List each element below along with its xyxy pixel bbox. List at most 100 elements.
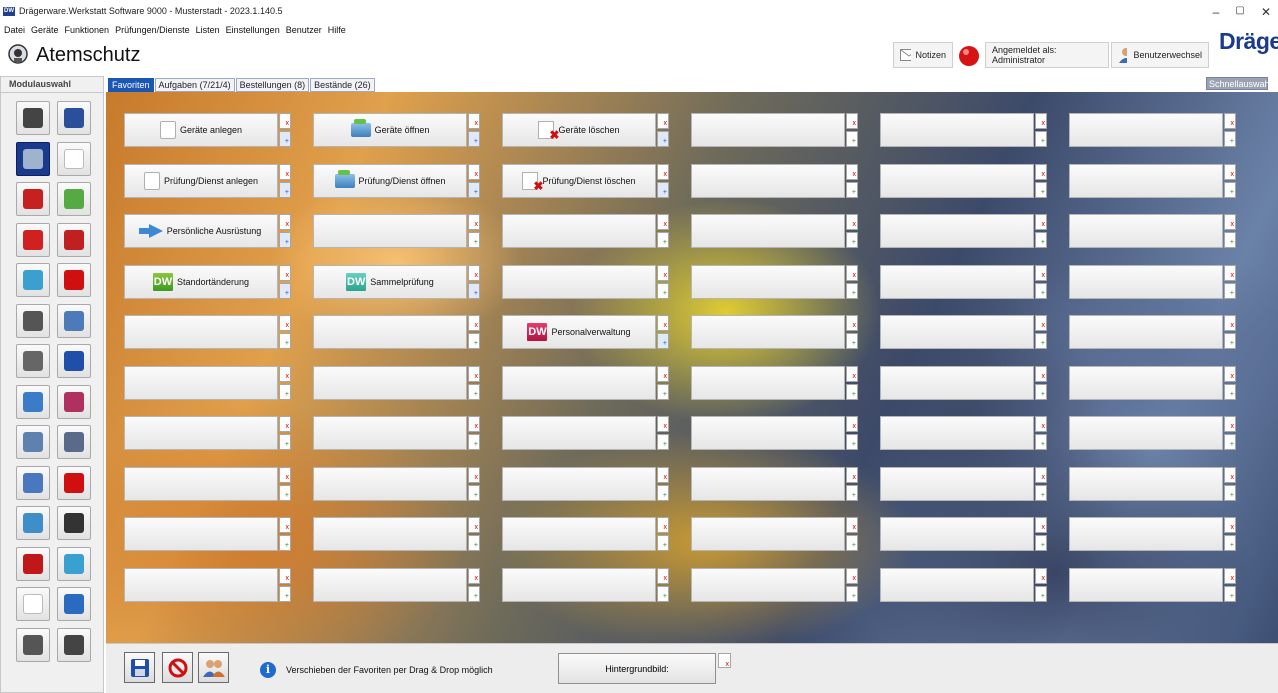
favorite-add-button[interactable]: + [846, 585, 858, 602]
module-button-house[interactable] [16, 263, 50, 297]
favorite-open-button[interactable]: + [657, 181, 669, 198]
favorite-empty-button[interactable] [880, 315, 1034, 349]
favorite-empty-button[interactable] [880, 214, 1034, 248]
favorite-remove-button[interactable]: x [657, 416, 669, 432]
favorite-add-button[interactable]: + [657, 282, 669, 299]
favorite-empty-button[interactable] [1069, 113, 1223, 147]
favorite-add-button[interactable]: + [1035, 585, 1047, 602]
favorite-button[interactable]: ✖ Prüfung/Dienst löschen [502, 163, 656, 198]
favorite-remove-button[interactable]: x [279, 163, 291, 180]
favorite-empty-button[interactable] [124, 315, 278, 349]
favorite-empty-button[interactable] [691, 416, 845, 450]
favorite-button[interactable]: Prüfung/Dienst anlegen [124, 163, 278, 198]
favorite-button[interactable]: Geräte anlegen [124, 113, 278, 147]
quick-select-input[interactable]: Schnellauswahl [1206, 77, 1272, 90]
favorite-remove-button[interactable]: x [846, 365, 858, 382]
menu-geraete[interactable]: Geräte [31, 25, 59, 35]
favorite-remove-button[interactable]: x [1035, 567, 1047, 584]
favorite-add-button[interactable]: + [846, 383, 858, 400]
favorite-add-button[interactable]: + [1035, 383, 1047, 400]
favorite-remove-button[interactable]: x [468, 315, 480, 331]
tab-bestaende[interactable]: Bestände (26) [310, 78, 375, 92]
module-button-gas-detector[interactable] [16, 506, 50, 540]
minimize-button[interactable]: – [1206, 5, 1226, 19]
favorite-add-button[interactable]: + [1035, 535, 1047, 551]
module-button-warning-triangle[interactable] [57, 344, 91, 378]
module-button-hose[interactable] [57, 546, 91, 581]
favorite-add-button[interactable]: + [1224, 383, 1236, 400]
menu-funktionen[interactable]: Funktionen [65, 25, 110, 35]
favorite-remove-button[interactable]: x [657, 315, 669, 331]
favorite-remove-button[interactable]: x [468, 416, 480, 432]
favorite-remove-button[interactable]: x [657, 214, 669, 230]
favorite-empty-button[interactable] [880, 264, 1034, 299]
favorite-add-button[interactable]: + [1224, 232, 1236, 248]
favorite-empty-button[interactable] [691, 567, 845, 602]
users-button[interactable] [198, 652, 229, 683]
favorite-add-button[interactable]: + [1224, 535, 1236, 551]
favorite-empty-button[interactable] [880, 365, 1034, 400]
favorite-remove-button[interactable]: x [846, 567, 858, 584]
favorite-remove-button[interactable]: x [279, 567, 291, 584]
favorite-empty-button[interactable] [502, 517, 656, 551]
module-button-radio[interactable] [16, 384, 50, 419]
favorite-empty-button[interactable] [502, 466, 656, 501]
favorite-empty-button[interactable] [124, 567, 278, 602]
favorite-add-button[interactable]: + [1224, 181, 1236, 198]
favorite-add-button[interactable]: + [657, 434, 669, 450]
module-button-blank-module[interactable] [16, 587, 50, 621]
tab-favoriten[interactable]: Favoriten [108, 78, 154, 92]
favorite-remove-button[interactable]: x [468, 113, 480, 129]
menu-pruefungen[interactable]: Prüfungen/Dienste [115, 25, 190, 35]
favorite-add-button[interactable]: + [279, 383, 291, 400]
favorite-remove-button[interactable]: x [1224, 113, 1236, 129]
favorite-empty-button[interactable] [502, 214, 656, 248]
module-button-mask[interactable] [16, 141, 50, 176]
favorite-remove-button[interactable]: x [846, 264, 858, 281]
favorite-empty-button[interactable] [124, 416, 278, 450]
favorite-add-button[interactable]: + [846, 282, 858, 299]
favorite-remove-button[interactable]: x [1035, 163, 1047, 180]
favorite-remove-button[interactable]: x [1035, 214, 1047, 230]
favorite-add-button[interactable]: + [468, 434, 480, 450]
favorite-remove-button[interactable]: x [1035, 517, 1047, 533]
favorite-empty-button[interactable] [691, 365, 845, 400]
favorite-remove-button[interactable]: x [468, 567, 480, 584]
module-button-id-card[interactable] [57, 425, 91, 459]
favorite-remove-button[interactable]: x [1035, 113, 1047, 129]
favorite-empty-button[interactable] [313, 214, 467, 248]
module-button-harness[interactable] [57, 101, 91, 135]
tab-bestellungen[interactable]: Bestellungen (8) [235, 78, 310, 92]
favorite-open-button[interactable]: + [279, 131, 291, 147]
favorite-add-button[interactable]: + [1035, 232, 1047, 248]
favorite-remove-button[interactable]: x [1224, 567, 1236, 584]
save-button[interactable] [124, 652, 155, 683]
background-image-button[interactable]: Hintergrundbild: [558, 653, 716, 684]
favorite-empty-button[interactable] [124, 517, 278, 551]
favorite-empty-button[interactable] [313, 416, 467, 450]
favorite-add-button[interactable]: + [657, 535, 669, 551]
favorite-open-button[interactable]: + [279, 282, 291, 299]
favorite-empty-button[interactable] [1069, 163, 1223, 198]
favorite-button[interactable]: Prüfung/Dienst öffnen [313, 163, 467, 198]
menu-hilfe[interactable]: Hilfe [328, 25, 346, 35]
favorite-add-button[interactable]: + [846, 434, 858, 450]
favorite-empty-button[interactable] [1069, 214, 1223, 248]
favorite-open-button[interactable]: + [279, 232, 291, 248]
favorite-add-button[interactable]: + [279, 434, 291, 450]
favorite-add-button[interactable]: + [1035, 131, 1047, 147]
favorite-empty-button[interactable] [880, 567, 1034, 602]
favorite-add-button[interactable]: + [1224, 585, 1236, 602]
favorite-add-button[interactable]: + [468, 535, 480, 551]
favorite-add-button[interactable]: + [1035, 434, 1047, 450]
favorite-empty-button[interactable] [691, 214, 845, 248]
favorite-remove-button[interactable]: x [279, 466, 291, 483]
favorite-empty-button[interactable] [880, 163, 1034, 198]
background-remove-button[interactable]: x [718, 653, 731, 668]
favorite-empty-button[interactable] [1069, 365, 1223, 400]
favorite-remove-button[interactable]: x [279, 214, 291, 230]
favorite-empty-button[interactable] [313, 315, 467, 349]
favorite-button[interactable]: DW Personalverwaltung [502, 315, 656, 349]
favorite-empty-button[interactable] [502, 567, 656, 602]
favorite-empty-button[interactable] [880, 113, 1034, 147]
